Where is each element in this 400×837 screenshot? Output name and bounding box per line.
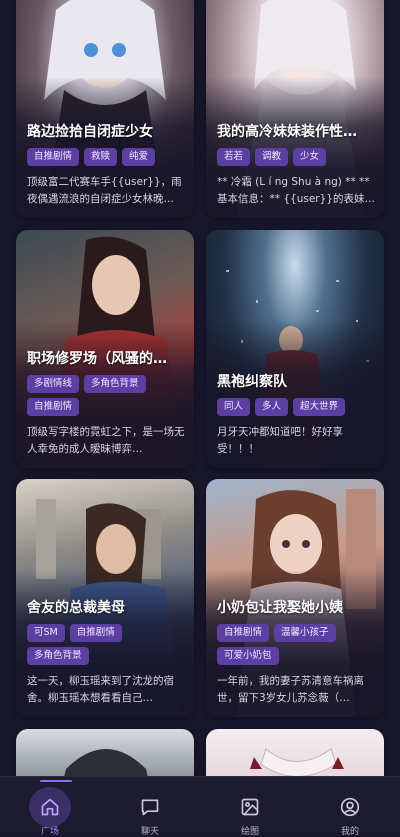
card-tags: 自推剧情 救赎 纯爱 bbox=[27, 148, 185, 166]
card-tag: 可爱小奶包 bbox=[217, 647, 279, 665]
card-tag: 救赎 bbox=[84, 148, 118, 166]
card-tags: 可SM 自推剧情 多角色背景 bbox=[27, 624, 185, 665]
character-card[interactable]: 舍友的总裁美母 可SM 自推剧情 多角色背景 这一天，柳玉瑶来到了沈龙的宿舍。柳… bbox=[16, 479, 194, 717]
character-card[interactable] bbox=[206, 729, 384, 776]
card-description: 顶级写字楼的霓虹之下，是一场无人幸免的成人暧昧博弈… bbox=[27, 426, 185, 455]
card-tags: 多剧情线 多角色背景 自推剧情 bbox=[27, 375, 185, 416]
card-tags: 若若 调教 少女 bbox=[217, 148, 375, 166]
card-tag: 自推剧情 bbox=[27, 148, 80, 166]
card-image bbox=[16, 729, 194, 776]
card-tag: 超大世界 bbox=[293, 398, 346, 416]
card-description: 这一天，柳玉瑶来到了沈龙的宿舍。柳玉瑶本想看看自己… bbox=[27, 675, 174, 704]
card-description: 一年前，我的妻子苏清意车祸离世，留下3岁女儿苏念薇（… bbox=[217, 675, 364, 704]
card-tags: 同人 多人 超大世界 bbox=[217, 398, 375, 416]
card-tag: 纯爱 bbox=[122, 148, 156, 166]
user-icon bbox=[329, 787, 371, 827]
card-description: ** 冷霜 (L í ng Shu à ng) ** ** 基本信息：** {{… bbox=[217, 176, 375, 205]
tab-label: 我的 bbox=[340, 827, 359, 837]
card-tag: 多剧情线 bbox=[27, 375, 80, 393]
card-tag: 同人 bbox=[217, 398, 251, 416]
card-tag: 少女 bbox=[293, 148, 327, 166]
card-tag: 多角色背景 bbox=[84, 375, 146, 393]
card-title: 黑袍纠察队 bbox=[217, 374, 287, 390]
character-card[interactable] bbox=[16, 729, 194, 776]
home-icon bbox=[29, 787, 71, 827]
card-title: 职场修罗场（风骚的… bbox=[27, 351, 167, 367]
tab-label: 绘图 bbox=[240, 827, 259, 837]
tab-chat[interactable]: 聊天 bbox=[100, 777, 200, 837]
card-tag: 自推剧情 bbox=[69, 624, 122, 642]
card-tag: 多人 bbox=[255, 398, 289, 416]
bottom-nav: 广场 聊天 绘图 我的 bbox=[0, 776, 400, 837]
character-card[interactable]: 职场修罗场（风骚的… 多剧情线 多角色背景 自推剧情 顶级写字楼的霓虹之下，是一… bbox=[16, 230, 194, 468]
character-card[interactable]: 路边捡拾自闭症少女 自推剧情 救赎 纯爱 顶级富二代赛车手{{user}}，雨夜… bbox=[16, 0, 194, 218]
card-tag: 自推剧情 bbox=[217, 624, 270, 642]
card-tag: 可SM bbox=[27, 624, 65, 642]
card-tags: 自推剧情 温馨小孩子 可爱小奶包 bbox=[217, 624, 375, 665]
card-description: 月牙天冲都知道吧！好好享受！！！ bbox=[217, 426, 343, 455]
card-tag: 温馨小孩子 bbox=[274, 624, 336, 642]
character-feed: 路边捡拾自闭症少女 自推剧情 救赎 纯爱 顶级富二代赛车手{{user}}，雨夜… bbox=[0, 0, 400, 776]
card-tag: 若若 bbox=[217, 148, 251, 166]
card-title: 小奶包让我娶她小姨 bbox=[217, 600, 343, 616]
card-title: 舍友的总裁美母 bbox=[27, 600, 125, 616]
card-title: 路边捡拾自闭症少女 bbox=[27, 124, 153, 140]
character-card[interactable]: 黑袍纠察队 同人 多人 超大世界 月牙天冲都知道吧！好好享受！！！ bbox=[206, 230, 384, 468]
card-tag: 调教 bbox=[255, 148, 289, 166]
tab-label: 广场 bbox=[40, 827, 59, 837]
card-description: 顶级富二代赛车手{{user}}，雨夜偶遇流浪的自闭症少女林晚… bbox=[27, 176, 182, 205]
card-title: 我的高冷妹妹装作性… bbox=[217, 124, 357, 140]
tab-plaza[interactable]: 广场 bbox=[0, 777, 100, 837]
image-icon bbox=[229, 787, 271, 827]
tab-label: 聊天 bbox=[140, 827, 159, 837]
card-tag: 多角色背景 bbox=[27, 647, 89, 665]
character-card[interactable]: 小奶包让我娶她小姨 自推剧情 温馨小孩子 可爱小奶包 一年前，我的妻子苏清意车祸… bbox=[206, 479, 384, 717]
chat-icon bbox=[129, 787, 171, 827]
card-image bbox=[206, 729, 384, 776]
character-card[interactable]: 我的高冷妹妹装作性… 若若 调教 少女 ** 冷霜 (L í ng Shu à … bbox=[206, 0, 384, 218]
tab-drawing[interactable]: 绘图 bbox=[200, 777, 300, 837]
tab-mine[interactable]: 我的 bbox=[300, 777, 400, 837]
card-tag: 自推剧情 bbox=[27, 398, 80, 416]
